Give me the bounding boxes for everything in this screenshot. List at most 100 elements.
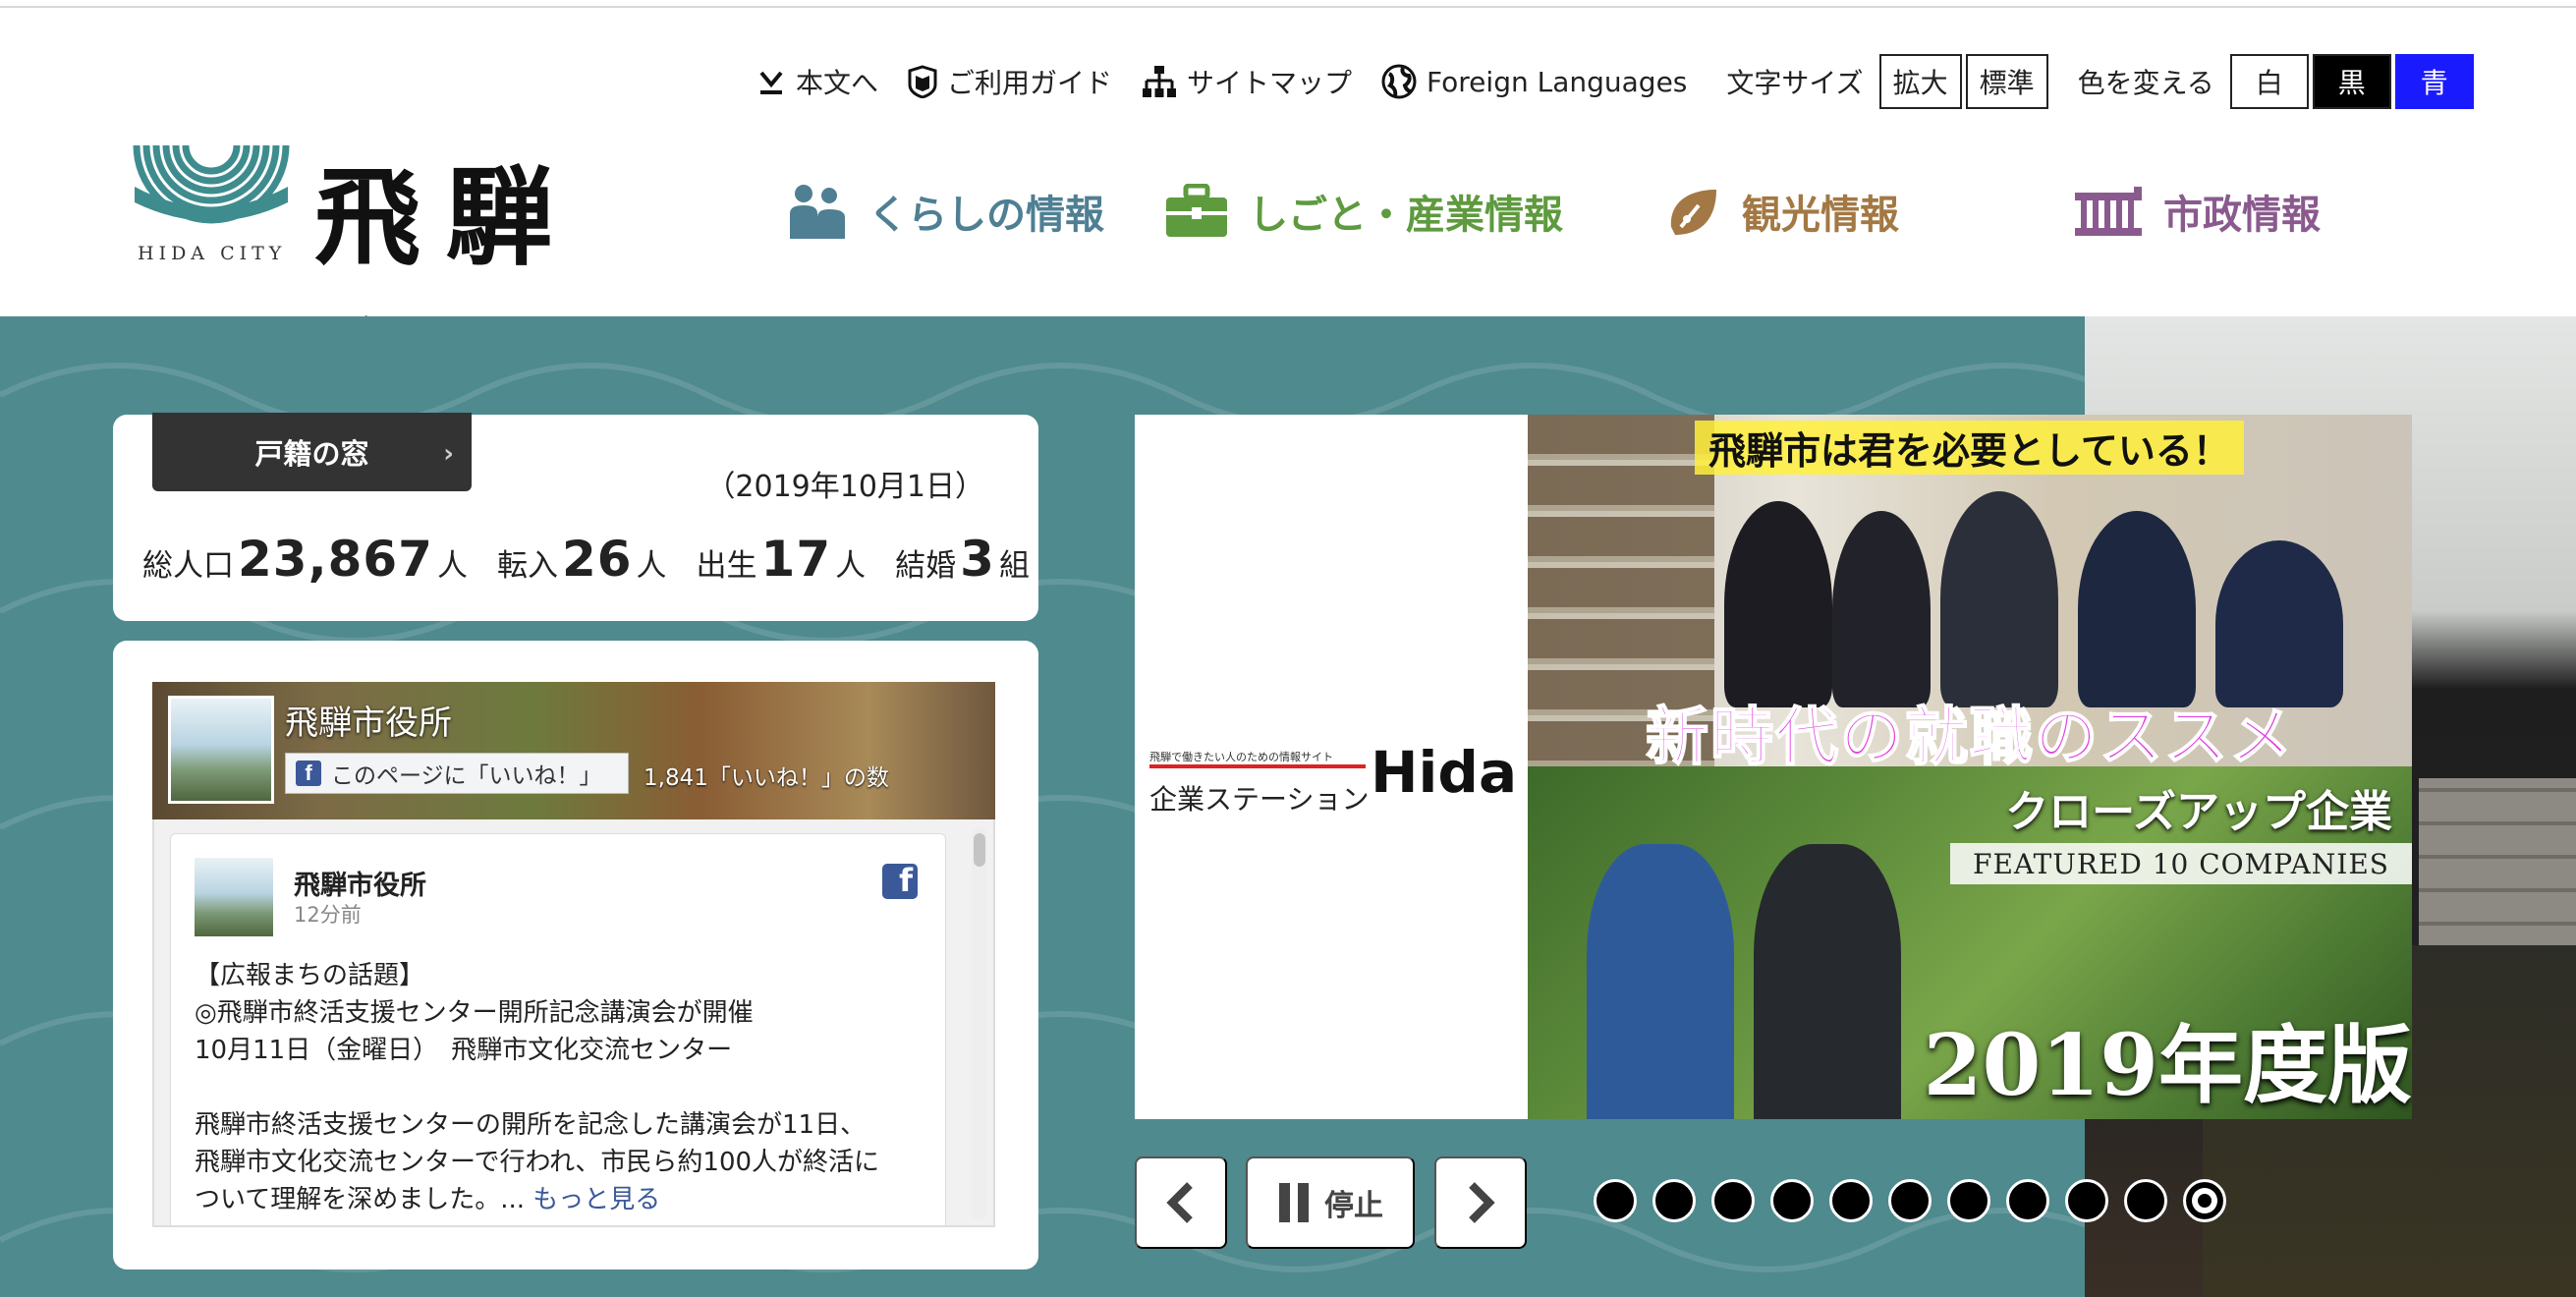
- births-label: 出生: [696, 548, 757, 584]
- nav-living-label: くらしの情報: [868, 193, 1104, 238]
- student-figure: [2215, 540, 2343, 707]
- family-register-tab[interactable]: 戸籍の窓 ›: [152, 413, 472, 491]
- red-arrow-line: [1149, 764, 1366, 768]
- marriages-label: 結婚: [895, 548, 957, 584]
- facebook-page-name[interactable]: 飛騨市役所: [285, 696, 452, 744]
- stone-wall-photo: [2419, 778, 2576, 955]
- facebook-page-avatar[interactable]: [168, 696, 274, 804]
- text-size-enlarge-button[interactable]: 拡大: [1878, 54, 1962, 109]
- post-author-name[interactable]: 飛騨市役所: [294, 864, 426, 902]
- post-author-avatar[interactable]: [195, 858, 273, 936]
- movein-value: 26: [561, 531, 633, 588]
- hero-section: 戸籍の窓 › （2019年10月1日） 総人口 23,867 人 転入 26 人…: [0, 316, 2576, 1297]
- pause-icon: [1279, 1183, 1309, 1222]
- census-stats: 総人口 23,867 人 転入 26 人 出生 17 人 結婚 3 組: [142, 531, 1030, 588]
- chevron-right-icon: ›: [443, 439, 454, 469]
- facebook-timeline[interactable]: 飛騨市役所 12分前 f 【広報まちの話題】 ◎飛騨市終活支援センター開所記念講…: [152, 819, 995, 1227]
- facebook-f-icon: f: [296, 761, 321, 786]
- usage-guide-label: ご利用ガイド: [947, 67, 1113, 99]
- slider-dot[interactable]: [1652, 1179, 1696, 1222]
- student-figure: [1832, 511, 1931, 707]
- facebook-logo-icon[interactable]: f: [882, 862, 918, 899]
- slider-pagination: [1594, 1179, 2242, 1222]
- nav-living-info[interactable]: くらしの情報: [786, 177, 1104, 246]
- facebook-like-button[interactable]: f このページに「いいね！」: [285, 753, 629, 794]
- population-unit: 人: [436, 548, 468, 584]
- slider-dot[interactable]: [2183, 1179, 2226, 1222]
- slider-dot[interactable]: [1947, 1179, 1990, 1222]
- scrollbar-thumb[interactable]: [974, 833, 985, 867]
- sitemap-link[interactable]: サイトマップ: [1142, 62, 1352, 101]
- foreign-languages-link[interactable]: Foreign Languages: [1381, 64, 1687, 99]
- marriages-value: 3: [960, 531, 995, 588]
- post-body: 【広報まちの話題】 ◎飛騨市終活支援センター開所記念講演会が開催 10月11日（…: [195, 957, 941, 1218]
- text-size-label: 文字サイズ: [1726, 67, 1864, 99]
- slider-next-button[interactable]: [1434, 1156, 1527, 1249]
- sitemap-label: サイトマップ: [1187, 67, 1353, 99]
- slider-prev-button[interactable]: [1135, 1156, 1227, 1249]
- students-photo: 飛騨市は君を必要としている！ 新時代の就職のススメ: [1528, 415, 2412, 775]
- nav-work-label: しごと・産業情報: [1249, 193, 1563, 238]
- family-register-panel: 戸籍の窓 › （2019年10月1日） 総人口 23,867 人 転入 26 人…: [113, 413, 1038, 621]
- hida-city-emblem-icon: [133, 144, 290, 224]
- nav-tourism-info[interactable]: 観光情報: [1665, 177, 1899, 246]
- timeline-scrollbar[interactable]: [972, 827, 987, 1220]
- see-more-link[interactable]: もっと見る: [532, 1185, 660, 1214]
- slider-dot[interactable]: [1594, 1179, 1637, 1222]
- slide-caption: 新時代の就職のススメ: [1645, 701, 2294, 775]
- color-white-button[interactable]: 白: [2229, 54, 2309, 109]
- slider-dot[interactable]: [2124, 1179, 2167, 1222]
- nav-tourism-label: 観光情報: [1742, 193, 1899, 238]
- facebook-post: 飛騨市役所 12分前 f 【広報まちの話題】 ◎飛騨市終活支援センター開所記念講…: [170, 833, 946, 1225]
- nav-city-admin-info[interactable]: 市政情報: [2073, 177, 2321, 246]
- slider-dot[interactable]: [2065, 1179, 2108, 1222]
- family-register-tab-label: 戸籍の窓: [254, 437, 369, 471]
- family-icon: [790, 185, 845, 239]
- chevron-left-icon: [1166, 1182, 1193, 1223]
- facebook-cover-photo: 飛騨市役所 f このページに「いいね！」 1,841「いいね！」の数: [152, 682, 995, 819]
- girl-figure: [1587, 844, 1734, 1119]
- student-figure: [1724, 501, 1832, 707]
- slide-headline: 飛騨市は君を必要としている！: [1695, 421, 2244, 475]
- births-unit: 人: [835, 548, 867, 584]
- marriages-unit: 組: [998, 548, 1030, 584]
- student-figure: [2078, 511, 2196, 707]
- skip-to-content-link[interactable]: 本文へ: [756, 62, 878, 101]
- slider-dot[interactable]: [1770, 1179, 1814, 1222]
- births-value: 17: [760, 531, 832, 588]
- color-black-button[interactable]: 黒: [2312, 54, 2391, 109]
- book-shield-icon: [908, 65, 937, 98]
- banner-slide[interactable]: 飛騨で働きたい人のための情報サイト 企業ステーション Hida 飛騨市は君を必要…: [1135, 415, 2412, 1119]
- slider-dot[interactable]: [1888, 1179, 1932, 1222]
- utility-bar: 本文へ ご利用ガイド サイトマップ Foreign Languages 文字サイ…: [756, 54, 2478, 109]
- movein-unit: 人: [636, 548, 667, 584]
- sitemap-icon: [1143, 66, 1177, 97]
- top-border: [0, 0, 2576, 8]
- facebook-widget-panel: 飛騨市役所 f このページに「いいね！」 1,841「いいね！」の数 飛騨市役所…: [113, 641, 1038, 1269]
- slider-pause-button[interactable]: 停止: [1246, 1156, 1415, 1249]
- foreign-languages-label: Foreign Languages: [1427, 65, 1688, 98]
- usage-guide-link[interactable]: ご利用ガイド: [908, 62, 1112, 101]
- slider-dot[interactable]: [1829, 1179, 1873, 1222]
- teacher-figure: [1940, 491, 2058, 707]
- featured-companies-label: FEATURED 10 COMPANIES: [1950, 843, 2412, 884]
- girl-figure: [1754, 844, 1901, 1119]
- closeup-title: クローズアップ企業: [2005, 787, 2392, 837]
- facebook-like-label: このページに「いいね！」: [331, 762, 602, 788]
- edition-label: 2019年度版: [1923, 1016, 2412, 1115]
- station-tagline: 飛騨で働きたい人のための情報サイト: [1149, 751, 1333, 763]
- pause-label: 停止: [1324, 1190, 1383, 1222]
- site-logo[interactable]: HIDA CITY 飛騨市: [133, 138, 702, 433]
- population-value: 23,867: [238, 531, 433, 588]
- station-hida-text: Hida: [1371, 739, 1518, 806]
- leaf-icon: [1670, 190, 1716, 235]
- slider-dot[interactable]: [2006, 1179, 2049, 1222]
- color-blue-button[interactable]: 青: [2394, 54, 2474, 109]
- station-name: 企業ステーション: [1149, 783, 1370, 816]
- skip-to-content-label: 本文へ: [796, 67, 879, 99]
- nav-work-industry-info[interactable]: しごと・産業情報: [1164, 177, 1563, 246]
- down-arrow-icon: [759, 71, 783, 94]
- slider-dot[interactable]: [1711, 1179, 1755, 1222]
- text-size-standard-button[interactable]: 標準: [1965, 54, 2048, 109]
- post-timestamp: 12分前: [294, 903, 362, 927]
